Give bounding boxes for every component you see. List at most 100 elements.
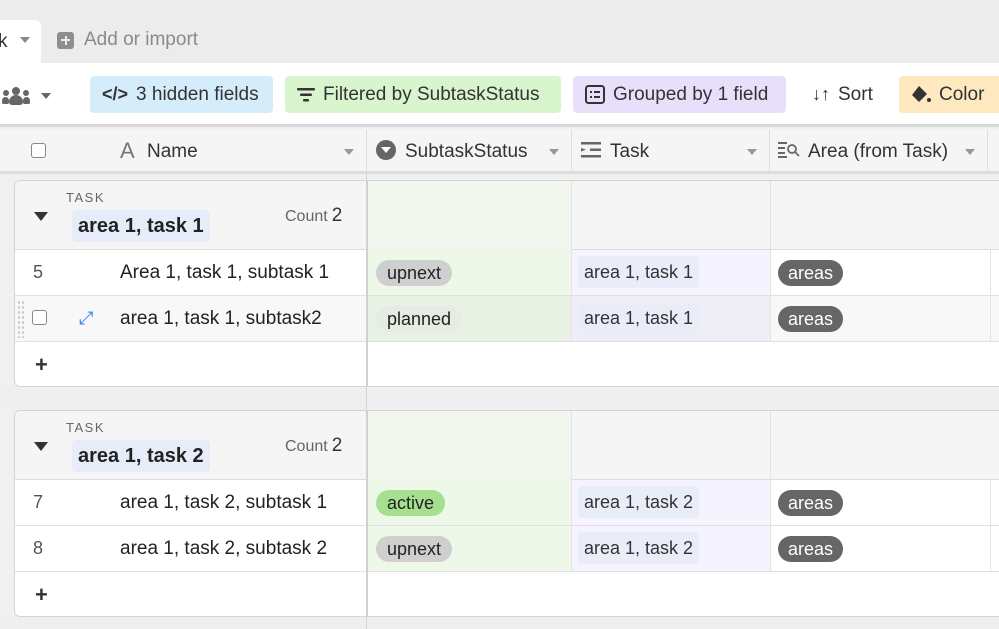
paint-bucket-icon xyxy=(911,85,931,104)
tab-dropdown-caret-icon[interactable] xyxy=(20,37,30,43)
column-name-label: Name xyxy=(147,141,198,162)
hidden-fields-label: 3 hidden fields xyxy=(136,83,259,105)
status-tag: upnext xyxy=(376,536,453,562)
collaborators-menu[interactable] xyxy=(2,87,51,105)
linked-task-chip[interactable]: area 1, task 2 xyxy=(578,486,700,518)
group-spacer xyxy=(0,388,999,409)
add-record-row[interactable]: + xyxy=(15,572,999,616)
group-header[interactable]: TASK area 1, task 1 Count 2 xyxy=(15,181,999,250)
hide-fields-icon: </> xyxy=(102,84,129,104)
group-header[interactable]: TASK area 1, task 2 Count 2 xyxy=(15,411,999,480)
area-cell[interactable]: areas xyxy=(771,526,991,571)
row-number: 8 xyxy=(33,538,44,558)
people-icon xyxy=(2,87,30,105)
color-button[interactable]: Color xyxy=(899,76,999,113)
select-all-checkbox[interactable] xyxy=(31,143,46,158)
sort-icon: ↓↑ xyxy=(812,84,830,104)
hidden-fields-button[interactable]: </> 3 hidden fields xyxy=(90,76,273,113)
linked-task-chip[interactable]: area 1, task 1 xyxy=(578,256,700,288)
add-record-row[interactable]: + xyxy=(15,342,999,386)
add-record-plus-icon[interactable]: + xyxy=(35,352,48,378)
column-menu-caret-icon[interactable] xyxy=(344,149,354,155)
area-cell[interactable]: areas xyxy=(771,480,991,525)
group-field-label: TASK xyxy=(66,420,105,435)
column-menu-caret-icon[interactable] xyxy=(747,149,757,155)
expand-record-icon[interactable]: ⤢ xyxy=(79,308,93,329)
group-icon xyxy=(585,85,605,104)
drag-handle-icon[interactable] xyxy=(17,300,25,338)
area-cell[interactable]: areas xyxy=(771,296,991,341)
group-count: Count 2 xyxy=(285,435,343,456)
group-name: area 1, task 2 xyxy=(72,440,210,472)
table-tab-bar: k Add or import xyxy=(0,0,999,63)
status-cell[interactable]: upnext xyxy=(368,250,572,295)
status-tag: upnext xyxy=(376,260,453,286)
sort-button[interactable]: ↓↑ Sort xyxy=(800,76,890,113)
filter-label: Filtered by SubtaskStatus xyxy=(323,83,540,105)
plus-square-icon xyxy=(57,31,74,49)
column-menu-caret-icon[interactable] xyxy=(549,149,559,155)
group-spacer xyxy=(0,618,999,629)
column-header-area[interactable]: Area (from Task) xyxy=(770,130,988,171)
row-number: 7 xyxy=(33,492,44,512)
group-section: TASK area 1, task 1 Count 2 5 Area 1, tas… xyxy=(14,180,999,387)
group-button[interactable]: Grouped by 1 field xyxy=(573,76,786,113)
status-tag: active xyxy=(376,490,446,516)
row-name-cell[interactable]: Area 1, task 1, subtask 1 xyxy=(120,262,329,284)
task-cell[interactable]: area 1, task 2 xyxy=(572,526,771,571)
row-name-cell[interactable]: area 1, task 2, subtask 1 xyxy=(120,492,327,514)
column-menu-caret-icon[interactable] xyxy=(965,149,975,155)
active-table-tab-label: k xyxy=(0,31,8,52)
task-cell[interactable]: area 1, task 2 xyxy=(572,480,771,525)
task-cell[interactable]: area 1, task 1 xyxy=(572,296,771,341)
area-cell[interactable]: areas xyxy=(771,250,991,295)
table-row[interactable]: ⤢ area 1, task 1, subtask2 planned area … xyxy=(15,296,999,342)
chevron-down-icon xyxy=(41,93,51,99)
filter-button[interactable]: Filtered by SubtaskStatus xyxy=(285,76,561,113)
table-row[interactable]: 7 area 1, task 2, subtask 1 active area … xyxy=(15,480,999,526)
view-toolbar: </> 3 hidden fields Filtered by SubtaskS… xyxy=(0,63,999,127)
column-status-label: SubtaskStatus xyxy=(405,141,528,162)
filter-icon xyxy=(297,87,315,103)
frozen-column-divider xyxy=(366,174,367,629)
table-row[interactable]: 8 area 1, task 2, subtask 2 upnext area … xyxy=(15,526,999,572)
add-or-import-button[interactable]: Add or import xyxy=(57,29,198,51)
row-checkbox[interactable] xyxy=(32,310,47,325)
linked-record-icon xyxy=(581,141,601,165)
column-task-label: Task xyxy=(610,141,650,162)
status-cell[interactable]: planned xyxy=(368,296,572,341)
add-record-plus-icon[interactable]: + xyxy=(35,582,48,608)
area-chip: areas xyxy=(778,260,844,286)
status-cell[interactable]: upnext xyxy=(368,526,572,571)
row-name-cell[interactable]: area 1, task 2, subtask 2 xyxy=(120,538,327,560)
column-area-label: Area (from Task) xyxy=(808,141,949,162)
linked-task-chip[interactable]: area 1, task 1 xyxy=(578,302,700,334)
linked-task-chip[interactable]: area 1, task 2 xyxy=(578,532,700,564)
sort-label: Sort xyxy=(838,83,873,105)
column-header-status[interactable]: SubtaskStatus xyxy=(367,130,572,171)
area-chip: areas xyxy=(778,536,844,562)
lookup-field-icon xyxy=(778,141,800,165)
grid-header: A Name SubtaskStatus Task Area (from Tas… xyxy=(0,130,999,174)
status-tag: planned xyxy=(376,306,463,332)
column-header-task[interactable]: Task xyxy=(572,130,770,171)
status-cell[interactable]: active xyxy=(368,480,572,525)
single-select-icon xyxy=(376,140,396,160)
color-label: Color xyxy=(939,83,985,105)
task-cell[interactable]: area 1, task 1 xyxy=(572,250,771,295)
row-name-cell[interactable]: area 1, task 1, subtask2 xyxy=(120,308,322,330)
group-section: TASK area 1, task 2 Count 2 7 area 1, tas… xyxy=(14,410,999,617)
group-name: area 1, task 1 xyxy=(72,210,210,242)
column-header-next[interactable] xyxy=(988,130,999,171)
group-field-label: TASK xyxy=(66,190,105,205)
active-table-tab[interactable]: k xyxy=(0,20,41,63)
column-header-name[interactable]: A Name xyxy=(0,130,367,171)
table-row[interactable]: 5 Area 1, task 1, subtask 1 upnext area … xyxy=(15,250,999,296)
text-field-icon: A xyxy=(120,138,135,163)
collapse-triangle-icon[interactable] xyxy=(34,212,48,221)
group-label: Grouped by 1 field xyxy=(613,83,769,105)
area-chip: areas xyxy=(778,306,844,332)
collapse-triangle-icon[interactable] xyxy=(34,442,48,451)
add-or-import-label: Add or import xyxy=(84,29,199,50)
row-number: 5 xyxy=(33,262,44,282)
